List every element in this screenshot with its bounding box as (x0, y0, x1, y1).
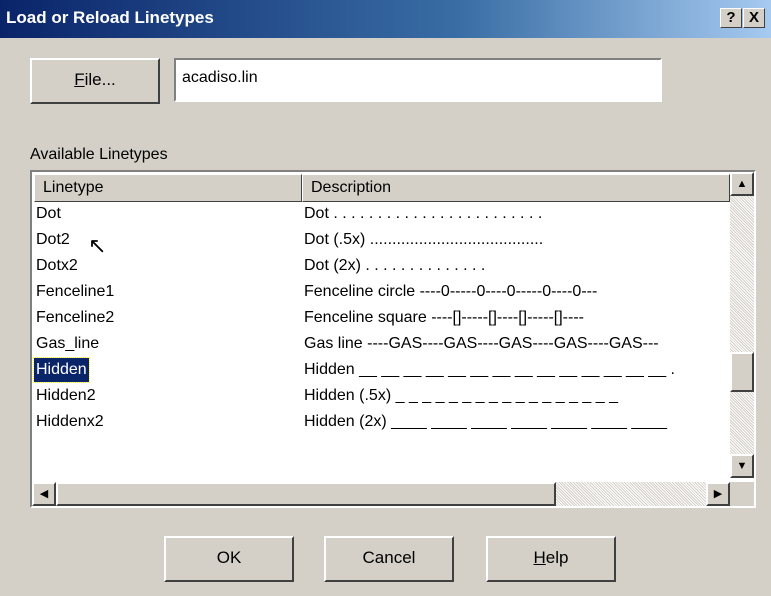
linetype-description: Fenceline circle ----0-----0----0-----0-… (304, 283, 598, 300)
help-button[interactable]: Help (486, 536, 616, 582)
close-button[interactable]: X (743, 8, 765, 28)
linetype-description: Hidden (.5x) _ _ _ _ _ _ _ _ _ _ _ _ _ _… (304, 387, 618, 404)
scroll-up-icon[interactable]: ▲ (730, 172, 754, 196)
linetype-name: Gas_line (36, 335, 100, 352)
linetype-description: Hidden (2x) ____ ____ ____ ____ ____ ___… (304, 413, 667, 430)
list-item[interactable]: Fenceline1 Fenceline circle ----0-----0--… (34, 280, 728, 306)
list-item-selected[interactable]: Hidden Hidden __ __ __ __ __ __ __ __ __ … (33, 357, 728, 384)
scroll-right-icon[interactable]: ▶ (706, 482, 730, 506)
linetype-name: Fenceline1 (36, 283, 115, 300)
vertical-scrollbar[interactable]: ▲ ▼ (730, 172, 754, 478)
linetype-description: Hidden __ __ __ __ __ __ __ __ __ __ __ … (304, 361, 675, 378)
list-item[interactable]: Hiddenx2 Hidden (2x) ____ ____ ____ ____ … (34, 410, 728, 436)
file-button[interactable]: File... (30, 58, 160, 104)
horizontal-scrollbar[interactable]: ◀ ▶ (32, 482, 730, 506)
linetype-name: Dot (36, 205, 61, 222)
title-bar: Load or Reload Linetypes ? X (0, 0, 771, 38)
mouse-cursor-icon: ↖ (88, 233, 107, 258)
list-item[interactable]: Gas_line Gas line ----GAS----GAS----GAS--… (34, 332, 728, 358)
list-item[interactable]: Dot2 Dot (.5x) ..........................… (34, 228, 728, 254)
column-header-linetype[interactable]: Linetype (34, 174, 302, 202)
linetype-name: Dotx2 (36, 257, 78, 274)
file-button-label: ile... (84, 70, 116, 89)
scroll-down-icon[interactable]: ▼ (730, 454, 754, 478)
horizontal-scroll-thumb[interactable] (56, 482, 556, 506)
file-path-value: acadiso.lin (182, 69, 258, 86)
linetype-description: Gas line ----GAS----GAS----GAS----GAS---… (304, 335, 659, 352)
help-button-label: elp (545, 548, 569, 567)
linetype-description: Dot (.5x) ..............................… (304, 231, 544, 248)
column-header-description[interactable]: Description (302, 174, 730, 202)
help-title-button[interactable]: ? (720, 8, 742, 28)
available-linetypes-label: Available Linetypes (30, 146, 168, 163)
cancel-button[interactable]: Cancel (324, 536, 454, 582)
linetype-name: Hidden (33, 357, 90, 383)
list-item[interactable]: Fenceline2 Fenceline square ----[]-----[]… (34, 306, 728, 332)
help-mnemonic: H (533, 548, 546, 567)
file-path-field[interactable]: acadiso.lin (174, 58, 662, 102)
linetype-name: Fenceline2 (36, 309, 115, 326)
ok-button[interactable]: OK (164, 536, 294, 582)
linetype-name: Hiddenx2 (36, 413, 104, 430)
linetype-list[interactable]: Linetype Description Dot Dot . . . . . . … (30, 170, 756, 508)
list-item[interactable]: Hidden2 Hidden (.5x) _ _ _ _ _ _ _ _ _ _ … (34, 384, 728, 410)
linetype-description: Dot (2x) . . . . . . . . . . . . . . (304, 257, 486, 274)
file-mnemonic: F (74, 70, 85, 89)
list-item[interactable]: Dotx2 Dot (2x) . . . . . . . . . . . . . … (34, 254, 728, 280)
vertical-scroll-thumb[interactable] (730, 352, 754, 392)
linetype-name: Hidden2 (36, 387, 96, 404)
list-item[interactable]: Dot Dot . . . . . . . . . . . . . . . . .… (34, 202, 728, 228)
window-title: Load or Reload Linetypes (6, 8, 214, 27)
load-linetypes-dialog: Load or Reload Linetypes ? X File... aca… (0, 0, 771, 596)
linetype-name: Dot2 (36, 231, 70, 248)
linetype-description: Fenceline square ----[]-----[]----[]----… (304, 309, 584, 326)
scrollbar-corner (730, 482, 754, 506)
scroll-left-icon[interactable]: ◀ (32, 482, 56, 506)
linetype-description: Dot . . . . . . . . . . . . . . . . . . … (304, 205, 543, 222)
